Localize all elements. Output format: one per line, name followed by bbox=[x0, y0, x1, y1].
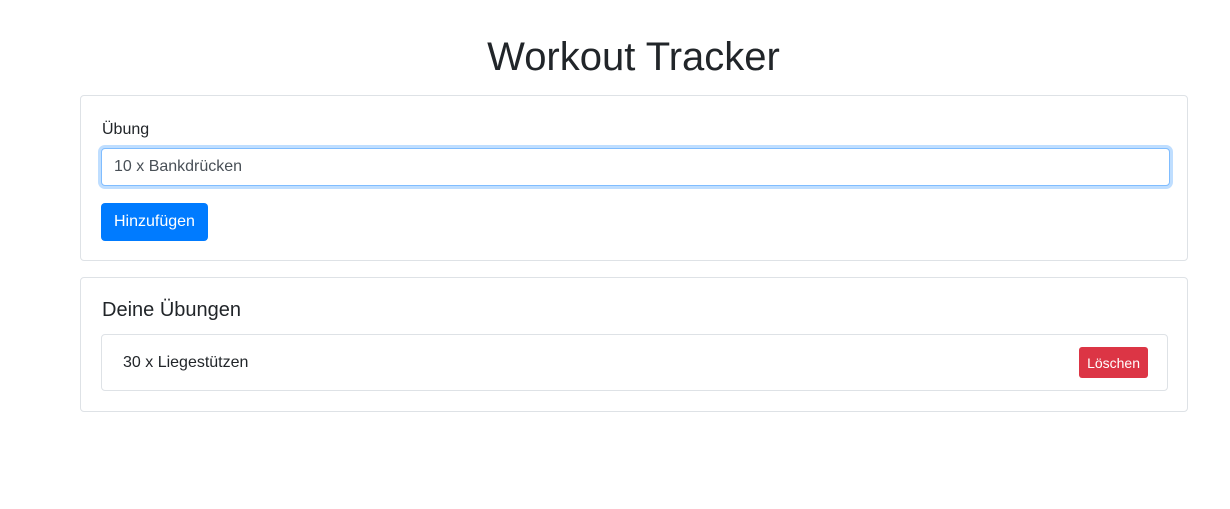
list-item: 30 x Liegestützen Löschen bbox=[101, 334, 1168, 391]
exercise-label: Übung bbox=[102, 121, 150, 138]
exercise-input[interactable] bbox=[101, 148, 1170, 186]
exercise-form-card: Übung Hinzufügen bbox=[80, 95, 1188, 261]
page-title: Workout Tracker bbox=[487, 35, 780, 79]
exercise-list-title: Deine Übungen bbox=[102, 299, 241, 321]
exercise-item-text: 30 x Liegestützen bbox=[123, 354, 249, 371]
add-button[interactable]: Hinzufügen bbox=[101, 203, 208, 241]
delete-button[interactable]: Löschen bbox=[1079, 347, 1148, 378]
exercise-list-card: Deine Übungen 30 x Liegestützen Löschen bbox=[80, 277, 1188, 412]
exercise-list: 30 x Liegestützen Löschen bbox=[101, 334, 1168, 391]
